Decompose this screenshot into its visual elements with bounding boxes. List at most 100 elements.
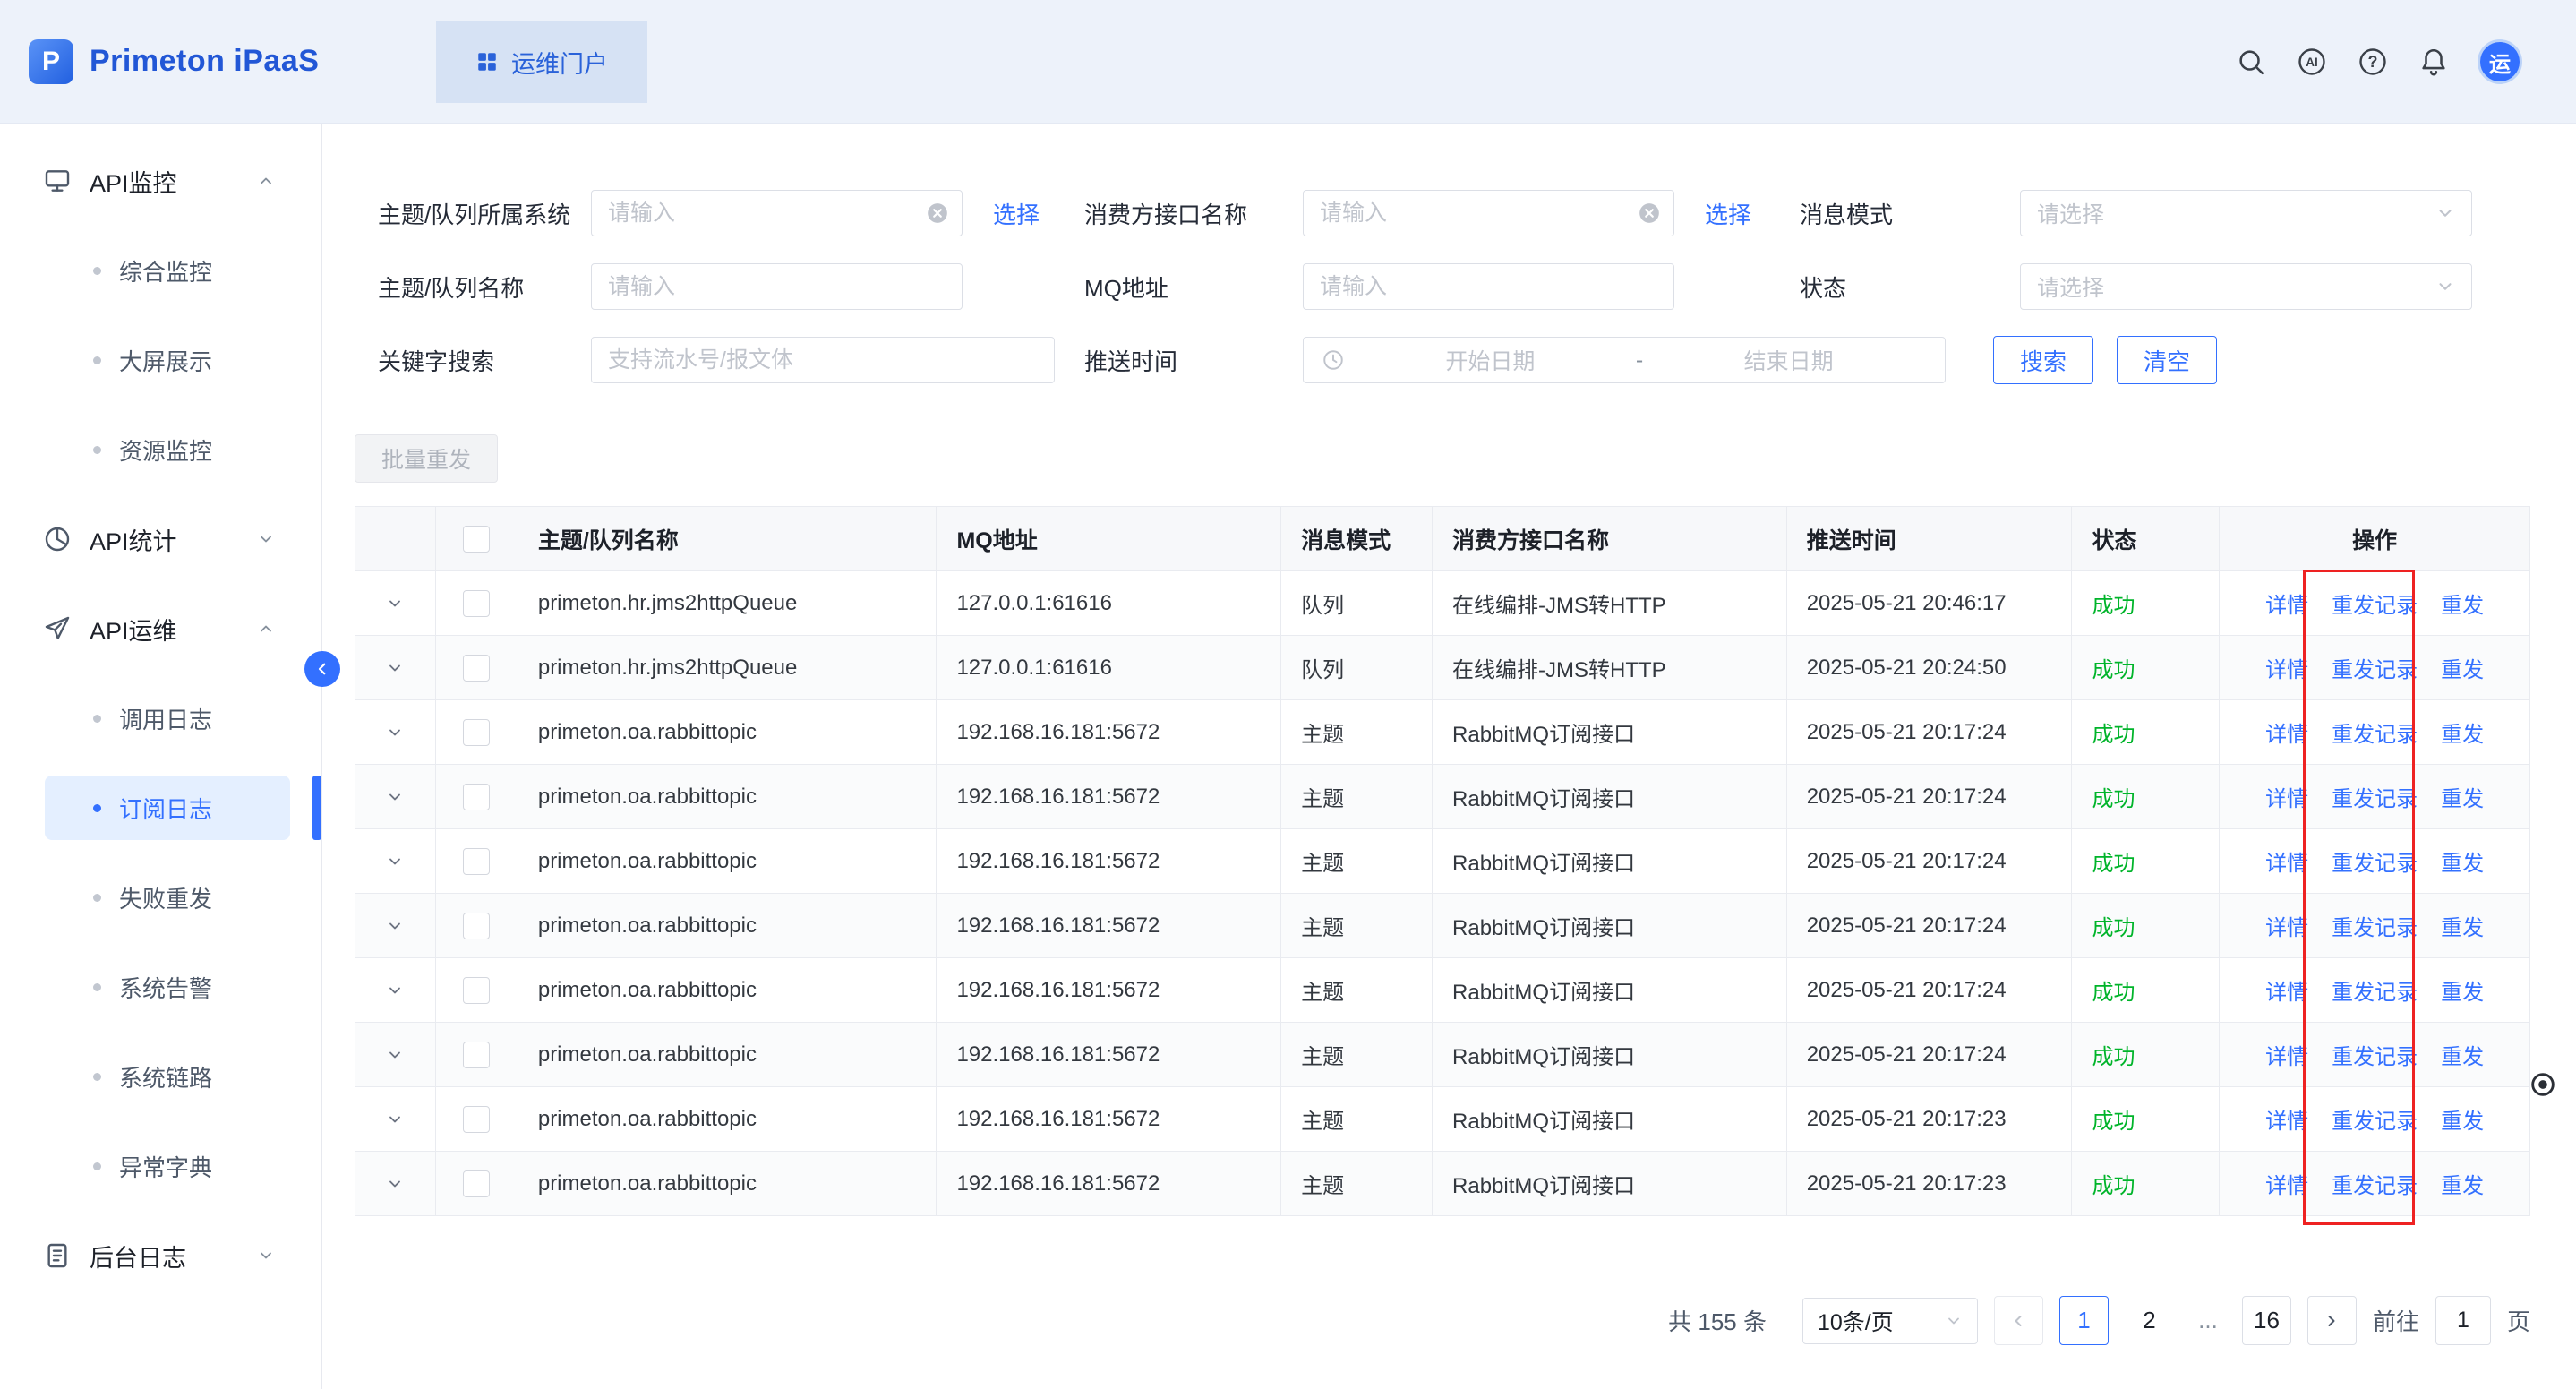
end-date-placeholder[interactable]: 结束日期 [1650, 344, 1927, 376]
row-checkbox[interactable] [463, 590, 490, 617]
clear-circle-icon[interactable] [926, 201, 949, 225]
row-checkbox[interactable] [463, 848, 490, 875]
expand-row-icon[interactable] [386, 724, 404, 742]
resend-record-link[interactable]: 重发记录 [2332, 652, 2418, 683]
resend-record-link[interactable]: 重发记录 [2332, 587, 2418, 619]
prev-page-button[interactable] [1994, 1296, 2043, 1345]
detail-link[interactable]: 详情 [2265, 974, 2308, 1006]
detail-link[interactable]: 详情 [2265, 1103, 2308, 1135]
row-checkbox[interactable] [463, 1170, 490, 1197]
goto-page-input[interactable] [2435, 1296, 2491, 1345]
queue-name-input[interactable] [591, 263, 963, 310]
row-checkbox[interactable] [463, 1106, 490, 1133]
keyword-input[interactable] [591, 337, 1055, 383]
search-button[interactable]: 搜索 [1993, 336, 2093, 384]
sidebar-collapse-button[interactable] [304, 651, 340, 687]
resend-record-link[interactable]: 重发记录 [2332, 1168, 2418, 1199]
detail-link[interactable]: 详情 [2265, 716, 2308, 748]
resend-link[interactable]: 重发 [2441, 1168, 2484, 1199]
start-date-placeholder[interactable]: 开始日期 [1352, 344, 1629, 376]
detail-link[interactable]: 详情 [2265, 587, 2308, 619]
sidebar-item-system-trace[interactable]: 系统链路 [0, 1032, 321, 1121]
help-icon[interactable]: ? [2356, 45, 2390, 79]
resend-record-link[interactable]: 重发记录 [2332, 974, 2418, 1006]
detail-link[interactable]: 详情 [2265, 910, 2308, 941]
detail-link[interactable]: 详情 [2265, 1168, 2308, 1199]
resend-link[interactable]: 重发 [2441, 910, 2484, 941]
resend-link[interactable]: 重发 [2441, 1103, 2484, 1135]
resend-link[interactable]: 重发 [2441, 781, 2484, 812]
row-checkbox[interactable] [463, 655, 490, 682]
sidebar-item-comprehensive-monitor[interactable]: 综合监控 [0, 226, 321, 315]
page-button-1[interactable]: 1 [2059, 1296, 2109, 1345]
resend-link[interactable]: 重发 [2441, 1039, 2484, 1070]
resend-link[interactable]: 重发 [2441, 974, 2484, 1006]
sidebar-item-big-screen[interactable]: 大屏展示 [0, 315, 321, 405]
reset-button[interactable]: 清空 [2117, 336, 2217, 384]
system-input-field[interactable] [608, 201, 919, 227]
avatar[interactable]: 运 [2478, 39, 2522, 84]
ai-assistant-icon[interactable]: AI [2295, 45, 2329, 79]
page-button-2[interactable]: 2 [2125, 1296, 2174, 1345]
resend-record-link[interactable]: 重发记录 [2332, 910, 2418, 941]
sidebar-item-call-log[interactable]: 调用日志 [0, 673, 321, 763]
expand-row-icon[interactable] [386, 917, 404, 935]
sidebar-item-resource-monitor[interactable]: 资源监控 [0, 405, 321, 494]
detail-link[interactable]: 详情 [2265, 781, 2308, 812]
mq-address-input[interactable] [1303, 263, 1674, 310]
batch-resend-button[interactable]: 批量重发 [355, 434, 498, 483]
page-ellipsis[interactable]: ... [2190, 1307, 2226, 1334]
resend-link[interactable]: 重发 [2441, 716, 2484, 748]
push-time-daterange[interactable]: 开始日期 - 结束日期 [1303, 337, 1946, 383]
sidebar-item-backend-log[interactable]: 后台日志 [0, 1211, 321, 1300]
sidebar-item-subscription-log[interactable]: 订阅日志 [0, 763, 321, 853]
expand-row-icon[interactable] [386, 853, 404, 870]
resend-record-link[interactable]: 重发记录 [2332, 716, 2418, 748]
resend-link[interactable]: 重发 [2441, 652, 2484, 683]
row-checkbox[interactable] [463, 719, 490, 746]
resend-record-link[interactable]: 重发记录 [2332, 1039, 2418, 1070]
page-button-16[interactable]: 16 [2242, 1296, 2291, 1345]
expand-row-icon[interactable] [386, 595, 404, 613]
detail-link[interactable]: 详情 [2265, 652, 2308, 683]
sidebar-item-failure-resend[interactable]: 失败重发 [0, 853, 321, 942]
select-system-link[interactable]: 选择 [993, 201, 1040, 228]
next-page-button[interactable] [2307, 1296, 2357, 1345]
clear-circle-icon[interactable] [1638, 201, 1661, 225]
row-checkbox[interactable] [463, 784, 490, 810]
row-checkbox[interactable] [463, 913, 490, 939]
resend-link[interactable]: 重发 [2441, 587, 2484, 619]
sidebar-item-exception-dict[interactable]: 异常字典 [0, 1121, 321, 1211]
expand-row-icon[interactable] [386, 1046, 404, 1064]
row-checkbox[interactable] [463, 1042, 490, 1068]
expand-row-icon[interactable] [386, 659, 404, 677]
keyword-input-field[interactable] [608, 347, 1041, 373]
sidebar-item-api-ops[interactable]: API运维 [0, 584, 321, 673]
notification-bell-icon[interactable] [2417, 45, 2451, 79]
resend-record-link[interactable]: 重发记录 [2332, 1103, 2418, 1135]
row-checkbox[interactable] [463, 977, 490, 1004]
message-mode-select[interactable]: 请选择 [2020, 190, 2472, 236]
consumer-input[interactable] [1303, 190, 1674, 236]
page-size-select[interactable]: 10条/页 [1802, 1298, 1978, 1344]
select-all-checkbox[interactable] [463, 526, 490, 553]
select-consumer-link[interactable]: 选择 [1705, 201, 1751, 228]
system-input[interactable] [591, 190, 963, 236]
status-select[interactable]: 请选择 [2020, 263, 2472, 310]
detail-link[interactable]: 详情 [2265, 1039, 2308, 1070]
resend-link[interactable]: 重发 [2441, 845, 2484, 877]
queue-name-input-field[interactable] [608, 274, 949, 300]
tab-ops-portal[interactable]: 运维门户 [436, 21, 647, 103]
search-icon[interactable] [2234, 45, 2268, 79]
mq-address-input-field[interactable] [1320, 274, 1661, 300]
sidebar-item-api-stats[interactable]: API统计 [0, 494, 321, 584]
resend-record-link[interactable]: 重发记录 [2332, 781, 2418, 812]
expand-row-icon[interactable] [386, 1110, 404, 1128]
consumer-input-field[interactable] [1320, 201, 1630, 227]
expand-row-icon[interactable] [386, 982, 404, 999]
detail-link[interactable]: 详情 [2265, 845, 2308, 877]
sidebar-item-system-alert[interactable]: 系统告警 [0, 942, 321, 1032]
expand-row-icon[interactable] [386, 788, 404, 806]
resend-record-link[interactable]: 重发记录 [2332, 845, 2418, 877]
sidebar-item-api-monitor[interactable]: API监控 [0, 136, 321, 226]
